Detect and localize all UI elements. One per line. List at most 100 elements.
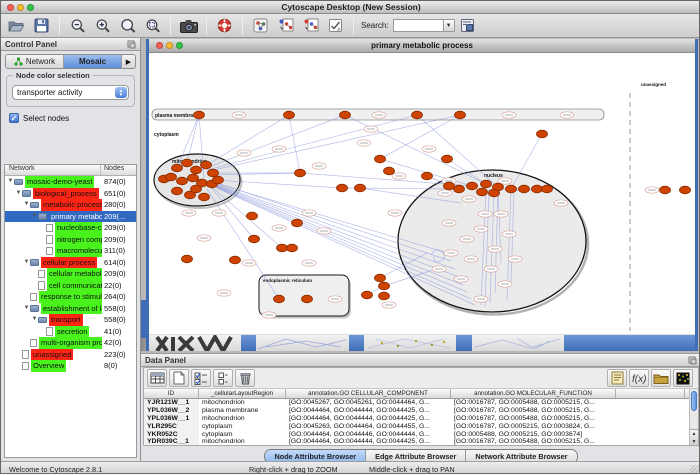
tree-col-nodes[interactable]: Nodes xyxy=(101,165,136,175)
window-titlebar[interactable]: Cytoscape Desktop (New Session) xyxy=(1,1,700,14)
expander-icon[interactable]: ▼ xyxy=(23,199,30,211)
network-node[interactable] xyxy=(274,295,285,303)
background-frame-bar[interactable] xyxy=(456,335,472,351)
network-graph[interactable]: plasma membranecytoplasmnucleusmitochond… xyxy=(149,53,695,334)
network-node[interactable] xyxy=(384,167,395,175)
tree-col-network[interactable]: Network xyxy=(5,165,101,175)
network-node[interactable] xyxy=(375,155,386,163)
vizmapper-button[interactable] xyxy=(249,15,272,36)
network-node[interactable] xyxy=(481,180,492,188)
table-row[interactable]: YLR295Ccytoplasm[GO:0045263, GO:0044464,… xyxy=(144,423,689,431)
network-node[interactable] xyxy=(477,188,488,196)
search-settings-button[interactable] xyxy=(456,15,479,36)
tree-item-overview[interactable]: Overview8(0) xyxy=(5,360,136,372)
expander-icon[interactable]: ▼ xyxy=(31,211,38,223)
table-scrollbar-arrows[interactable]: ▲▼ xyxy=(690,429,698,445)
expander-icon[interactable]: ▼ xyxy=(7,176,14,188)
tree-item-transport[interactable]: ▼transport558(0) xyxy=(5,314,136,326)
network-node[interactable] xyxy=(660,186,671,194)
tree-item-cellular-metaboli[interactable]: cellular metaboli209(0) xyxy=(5,268,136,280)
background-thumbnail-1[interactable] xyxy=(149,335,241,351)
attribute-checklist-button[interactable] xyxy=(191,369,211,387)
help-button[interactable] xyxy=(213,15,236,36)
background-thumbnail-3[interactable] xyxy=(364,335,456,351)
network-node[interactable] xyxy=(182,255,193,263)
tree-item-multi-organism-pro[interactable]: multi-organism pro42(0) xyxy=(5,337,136,349)
tree-item-response-to-stimulu[interactable]: response to stimulu264(0) xyxy=(5,291,136,303)
background-frame-bar[interactable] xyxy=(564,335,695,351)
network-node[interactable] xyxy=(191,166,202,174)
background-thumbnail-2[interactable] xyxy=(256,335,349,351)
network-node[interactable] xyxy=(295,169,306,177)
network-node[interactable] xyxy=(230,256,241,264)
import-network-button[interactable] xyxy=(274,15,297,36)
background-frame-bar[interactable] xyxy=(349,335,364,351)
network-node[interactable] xyxy=(355,184,366,192)
resize-grip[interactable] xyxy=(690,465,700,474)
network-node[interactable] xyxy=(284,111,295,119)
table-scrollbar[interactable]: ▲▼ xyxy=(689,389,698,445)
network-node[interactable] xyxy=(412,111,423,119)
network-node[interactable] xyxy=(422,172,433,180)
tree-item-metabolic-process[interactable]: ▼metabolic process280(0) xyxy=(5,199,136,211)
select-nodes-checkbox[interactable]: ✓ xyxy=(9,113,19,123)
network-node[interactable] xyxy=(287,244,298,252)
tree-item-cellular-process[interactable]: ▼cellular process614(0) xyxy=(5,257,136,269)
column-header-3[interactable]: annotation.GO MOLECULAR_FUNCTION xyxy=(451,389,616,398)
tree-item-cell-communicati[interactable]: cell communicati22(0) xyxy=(5,280,136,292)
network-node[interactable] xyxy=(199,193,210,201)
network-node[interactable] xyxy=(277,244,288,252)
tree-item-mosaic-demo-yeast[interactable]: ▼mosaic-demo-yeast874(0) xyxy=(5,176,136,188)
network-node[interactable] xyxy=(340,111,351,119)
expander-icon[interactable]: ▼ xyxy=(23,257,30,269)
column-header-id[interactable]: ID xyxy=(144,389,199,398)
tree-item-secretion[interactable]: secretion41(0) xyxy=(5,326,136,338)
network-node[interactable] xyxy=(506,185,517,193)
tree-item-nitrogen-compoun[interactable]: nitrogen compoun209(0) xyxy=(5,234,136,246)
network-node[interactable] xyxy=(302,295,313,303)
network-node[interactable] xyxy=(166,173,177,181)
attribute-batch-button[interactable] xyxy=(213,369,233,387)
expander-icon[interactable]: ▼ xyxy=(31,314,38,326)
search-dropdown-icon[interactable]: ▼ xyxy=(443,19,455,32)
network-node[interactable] xyxy=(249,235,260,243)
snapshot-button[interactable] xyxy=(177,15,200,36)
tab-network[interactable]: Network xyxy=(6,55,64,68)
background-thumbnail-4[interactable] xyxy=(472,335,564,351)
background-frame-bar[interactable] xyxy=(241,335,256,351)
network-node[interactable] xyxy=(247,212,258,220)
network-node[interactable] xyxy=(467,182,478,190)
network-node[interactable] xyxy=(379,282,390,290)
expander-icon[interactable]: ▼ xyxy=(23,303,30,315)
network-node[interactable] xyxy=(680,186,691,194)
table-row[interactable]: YPL036W__1mitochondrion[GO:0044464, GO:0… xyxy=(144,415,689,423)
tree-item-unassigned[interactable]: unassigned223(0) xyxy=(5,349,136,361)
network-node[interactable] xyxy=(442,155,453,163)
network-node[interactable] xyxy=(362,291,373,299)
network-node[interactable] xyxy=(537,130,548,138)
network-node[interactable] xyxy=(191,185,202,193)
network-node[interactable] xyxy=(375,274,386,282)
zoom-in-button[interactable] xyxy=(91,15,114,36)
network-node[interactable] xyxy=(177,177,188,185)
table-scrollbar-thumb[interactable] xyxy=(691,391,697,411)
network-node[interactable] xyxy=(292,219,303,227)
attribute-select-button[interactable] xyxy=(147,369,167,387)
table-row[interactable]: YPL036W__2plasma membrane[GO:0044464, GO… xyxy=(144,407,689,415)
table-row[interactable]: YKR052Ccytoplasm[GO:0044464, GO:0044446,… xyxy=(144,431,689,439)
import-attributes-button[interactable] xyxy=(651,369,671,387)
network-node[interactable] xyxy=(379,292,390,300)
open-session-button[interactable] xyxy=(5,15,28,36)
network-node[interactable] xyxy=(493,183,504,191)
save-session-button[interactable] xyxy=(30,15,53,36)
tree-item-establishment-of-lo[interactable]: ▼establishment of lo558(0) xyxy=(5,303,136,315)
network-node[interactable] xyxy=(532,185,543,193)
zoom-fit-button[interactable] xyxy=(141,15,164,36)
matrix-view-button[interactable] xyxy=(673,369,693,387)
network-node[interactable] xyxy=(444,182,455,190)
network-node[interactable] xyxy=(188,174,199,182)
create-attribute-button[interactable] xyxy=(169,369,189,387)
network-canvas-container[interactable]: plasma membranecytoplasmnucleusmitochond… xyxy=(149,53,695,334)
node-color-attribute-select[interactable]: transporter activity ▲▼ xyxy=(12,85,129,100)
attribute-editor-button[interactable] xyxy=(607,369,627,387)
